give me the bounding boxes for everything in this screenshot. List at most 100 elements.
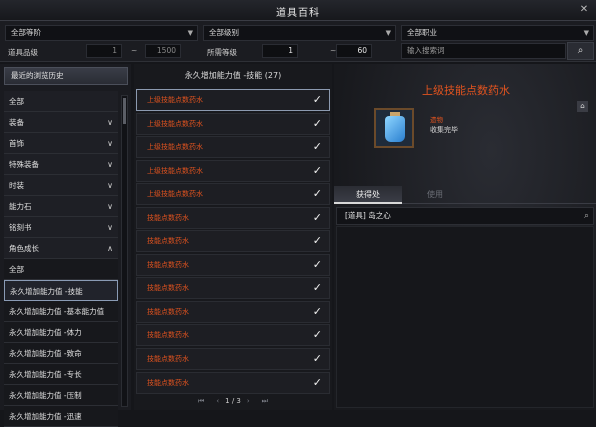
category-accessory[interactable]: 首饰 ∨ xyxy=(4,133,118,154)
category-label: 永久增加能力值 -体力 xyxy=(9,328,82,337)
last-page-icon[interactable]: ⏭ xyxy=(262,397,268,405)
check-icon: ✓ xyxy=(312,163,322,177)
category-fashion[interactable]: 时装 ∨ xyxy=(4,175,118,196)
subcategory-crit[interactable]: 永久增加能力值 -致命 xyxy=(4,343,118,364)
check-icon: ✓ xyxy=(312,281,322,295)
item-label: 上级技能点数药水 xyxy=(147,119,203,128)
pagination: ⏮ ‹ 1 / 3 › ⏭ xyxy=(134,397,332,409)
req-level-min-input[interactable]: 1 xyxy=(262,44,298,58)
item-list-header: 永久增加能力值 -技能 (27) xyxy=(184,71,282,80)
tier-select-value: 全部等阶 xyxy=(11,28,41,37)
category-all[interactable]: 全部 xyxy=(4,91,118,112)
list-item[interactable]: 上级技能点数药水 ✓ xyxy=(136,159,330,182)
list-item[interactable]: 上级技能点数药水 ✓ xyxy=(136,89,330,111)
check-icon: ✓ xyxy=(312,93,322,106)
category-engraving[interactable]: 铭刻书 ∨ xyxy=(4,217,118,238)
first-page-icon[interactable]: ⏮ xyxy=(198,397,204,405)
tab-obtain[interactable]: 获得处 xyxy=(334,186,402,204)
subcategory-swiftness[interactable]: 永久增加能力值 -迅速 xyxy=(4,406,118,427)
list-item[interactable]: 技能点数药水 ✓ xyxy=(136,300,330,323)
item-label: 技能点数药水 xyxy=(147,213,189,222)
category-character-growth[interactable]: 角色成长 ∧ xyxy=(4,238,118,259)
item-name: 上级技能点数药水 xyxy=(422,84,510,97)
list-item[interactable]: 上级技能点数药水 ✓ xyxy=(136,136,330,159)
category-label: 永久增加能力值 -专长 xyxy=(9,370,82,379)
home-icon[interactable]: ⌂ xyxy=(577,101,588,112)
category-label: 永久增加能力值 -致命 xyxy=(9,349,82,358)
list-item[interactable]: 技能点数药水 ✓ xyxy=(136,371,330,394)
item-label: 上级技能点数药水 xyxy=(147,190,203,199)
prev-page-icon[interactable]: ‹ xyxy=(216,397,219,405)
subcategory-specialization[interactable]: 永久增加能力值 -专长 xyxy=(4,364,118,385)
check-icon: ✓ xyxy=(312,187,322,201)
job-select-value: 全部职业 xyxy=(407,28,437,37)
source-entry[interactable]: [道具] 岛之心 ⌕ xyxy=(336,207,594,225)
item-list: 上级技能点数药水 ✓ 上级技能点数药水 ✓ 上级技能点数药水 ✓ 上级技能点数药水 ✓ … xyxy=(136,89,330,395)
grade-select[interactable]: 全部级别 ▼ xyxy=(203,25,396,41)
category-label: 铭刻书 xyxy=(9,223,32,232)
item-grade-max-input[interactable]: 1500 xyxy=(145,44,181,58)
category-equipment[interactable]: 装备 ∨ xyxy=(4,112,118,133)
search-button[interactable]: ⌕ xyxy=(567,42,594,60)
list-item[interactable]: 技能点数药水 ✓ xyxy=(136,324,330,347)
sidebar-scrollbar[interactable] xyxy=(121,95,128,407)
subcategory-domination[interactable]: 永久增加能力值 -压制 xyxy=(4,385,118,406)
list-item[interactable]: 技能点数药水 ✓ xyxy=(136,277,330,300)
item-label: 技能点数药水 xyxy=(147,307,189,316)
category-label: 全部 xyxy=(9,97,24,106)
scrollbar-thumb[interactable] xyxy=(123,98,126,124)
subcategory-all[interactable]: 全部 xyxy=(4,259,118,280)
collection-status: 收集完毕 xyxy=(430,126,458,134)
category-label: 全部 xyxy=(9,265,24,274)
potion-icon xyxy=(374,108,414,148)
range-separator: ~ xyxy=(131,46,138,55)
next-page-icon[interactable]: › xyxy=(247,397,250,405)
subcategory-skill[interactable]: 永久增加能力值 -技能 xyxy=(4,280,118,301)
category-ability-stone[interactable]: 能力石 ∨ xyxy=(4,196,118,217)
subcategory-basic-stats[interactable]: 永久增加能力值 -基本能力值 xyxy=(4,301,118,322)
list-item[interactable]: 技能点数药水 ✓ xyxy=(136,253,330,276)
subcategory-vitality[interactable]: 永久增加能力值 -体力 xyxy=(4,322,118,343)
check-icon: ✓ xyxy=(312,234,322,248)
check-icon: ✓ xyxy=(312,304,322,318)
job-select[interactable]: 全部职业 ▼ xyxy=(401,25,594,41)
chevron-down-icon: ∨ xyxy=(107,202,113,211)
check-icon: ✓ xyxy=(312,352,322,366)
close-icon[interactable]: ✕ xyxy=(578,4,590,16)
list-item[interactable]: 技能点数药水 ✓ xyxy=(136,348,330,371)
category-label: 特殊装备 xyxy=(9,160,39,169)
item-label: 技能点数药水 xyxy=(147,237,189,246)
tier-select[interactable]: 全部等阶 ▼ xyxy=(5,25,198,41)
item-list-panel: 永久增加能力值 -技能 (27) 上级技能点数药水 ✓ 上级技能点数药水 ✓ 上级技… xyxy=(134,64,332,410)
search-icon[interactable]: ⌕ xyxy=(584,208,589,224)
list-item[interactable]: 技能点数药水 ✓ xyxy=(136,206,330,229)
search-input[interactable]: 输入搜索词 xyxy=(401,43,566,59)
item-label: 技能点数药水 xyxy=(147,331,189,340)
chevron-down-icon: ∨ xyxy=(107,181,113,190)
category-label: 装备 xyxy=(9,118,24,127)
category-label: 永久增加能力值 -技能 xyxy=(10,287,83,296)
list-item[interactable]: 上级技能点数药水 ✓ xyxy=(136,183,330,206)
item-label: 技能点数药水 xyxy=(147,284,189,293)
tab-use[interactable]: 使用 xyxy=(402,186,468,204)
source-list-area xyxy=(336,226,594,408)
search-icon: ⌕ xyxy=(577,45,584,56)
chevron-up-icon: ∧ xyxy=(107,244,113,253)
req-level-max-input[interactable]: 60 xyxy=(336,44,372,58)
item-grade-label: 道具品级 xyxy=(8,48,38,57)
grade-select-value: 全部级别 xyxy=(209,28,239,37)
list-item[interactable]: 技能点数药水 ✓ xyxy=(136,230,330,253)
category-special-equipment[interactable]: 特殊装备 ∨ xyxy=(4,154,118,175)
detail-tabs: 获得处 使用 xyxy=(334,186,596,204)
item-label: 上级技能点数药水 xyxy=(147,96,203,104)
req-level-label: 所需等级 xyxy=(207,48,237,57)
history-button[interactable]: 最近的浏览历史 xyxy=(4,67,128,85)
source-label: [道具] 岛之心 xyxy=(345,211,391,220)
chevron-down-icon: ∨ xyxy=(107,139,113,148)
item-detail-panel: 上级技能点数药水 ⌂ 遗物 收集完毕 获得处 使用 [道具] 岛之心 ⌕ xyxy=(334,64,596,410)
list-item[interactable]: 上级技能点数药水 ✓ xyxy=(136,112,330,135)
category-label: 时装 xyxy=(9,181,24,190)
item-grade-min-input[interactable]: 1 xyxy=(86,44,122,58)
window-title: 道具百科 xyxy=(276,8,320,19)
category-label: 角色成长 xyxy=(9,244,39,253)
